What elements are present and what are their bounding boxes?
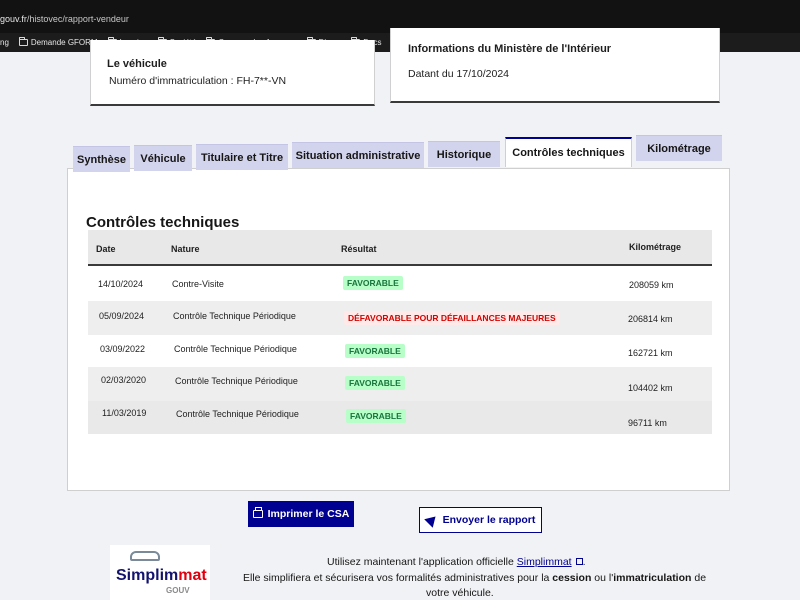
table-row: 11/03/2019 Contrôle Technique Périodique… xyxy=(88,401,712,434)
promo-text: ou l' xyxy=(591,572,614,584)
row-nature: Contrôle Technique Périodique xyxy=(173,311,296,321)
row-date: 02/03/2020 xyxy=(101,375,147,385)
bookmark-item[interactable]: Demande GFORM xyxy=(18,37,98,47)
status-badge: DÉFAVORABLE POUR DÉFAILLANCES MAJEURES xyxy=(344,311,560,325)
row-date: 03/09/2022 xyxy=(100,344,146,354)
tab-label: Synthèse xyxy=(77,153,126,166)
promo-dot: . xyxy=(582,556,586,568)
vehicle-card: Le véhicule Numéro d'immatriculation : F… xyxy=(90,40,375,106)
logo-text: Simplimmat xyxy=(116,567,207,584)
promo-line-1: Utilisez maintenant l'application offici… xyxy=(327,556,586,568)
tab-label: Titulaire et Titre xyxy=(200,151,284,164)
print-button-label: Imprimer le CSA xyxy=(267,508,350,520)
car-icon xyxy=(130,551,160,561)
row-date: 11/03/2019 xyxy=(102,408,147,418)
promo-line-3: votre véhicule. xyxy=(426,587,494,599)
status-badge: FAVORABLE xyxy=(343,276,403,290)
print-csa-button[interactable]: Imprimer le CSA xyxy=(248,501,354,527)
ministry-card: Informations du Ministère de l'Intérieur… xyxy=(390,28,720,103)
vehicle-plate: Numéro d'immatriculation : FH-7**-VN xyxy=(109,75,287,87)
tab-situation-administrative[interactable]: Situation administrative xyxy=(292,142,424,168)
logo-sub: GOUV xyxy=(166,586,190,595)
promo-line-2: Elle simplifiera et sécurisera vos forma… xyxy=(243,572,706,584)
tab-titulaire-et-titre[interactable]: Titulaire et Titre xyxy=(196,144,288,170)
promo-text: de xyxy=(691,572,707,584)
table-row: 14/10/2024 Contre-Visite FAVORABLE 20805… xyxy=(88,268,712,301)
row-km: 104402 km xyxy=(628,383,673,393)
tab-label: Véhicule xyxy=(140,152,186,165)
simplimmat-logo[interactable]: Simplimmat GOUV xyxy=(110,545,210,600)
tab-vehicule[interactable]: Véhicule xyxy=(134,145,192,171)
url-host: gouv.fr xyxy=(0,14,27,24)
column-header-date: Date xyxy=(96,244,116,254)
row-km: 206814 km xyxy=(628,314,673,324)
promo-text: Elle simplifiera et sécurisera vos forma… xyxy=(243,572,553,584)
promo-bold-cession: cession xyxy=(552,572,592,584)
tab-label: Situation administrative xyxy=(295,149,421,162)
tab-historique[interactable]: Historique xyxy=(428,141,500,167)
folder-icon xyxy=(18,37,28,46)
send-report-button[interactable]: Envoyer le rapport xyxy=(419,507,542,533)
row-nature: Contrôle Technique Périodique xyxy=(175,376,298,386)
table-row: 02/03/2020 Contrôle Technique Périodique… xyxy=(88,367,712,401)
table-row: 05/09/2024 Contrôle Technique Périodique… xyxy=(88,301,712,335)
row-km: 96711 km xyxy=(628,418,667,428)
address-url[interactable]: gouv.fr/histovec/rapport-vendeur xyxy=(0,14,129,24)
send-button-label: Envoyer le rapport xyxy=(442,514,536,526)
vehicle-card-title: Le véhicule xyxy=(107,58,167,70)
external-link-icon xyxy=(575,558,583,565)
controls-table: Date Nature Résultat Kilométrage 14/10/2… xyxy=(88,230,712,442)
tab-synthese[interactable]: Synthèse xyxy=(73,146,130,172)
promo-text: Utilisez maintenant l'application offici… xyxy=(327,556,517,568)
row-nature: Contrôle Technique Périodique xyxy=(174,344,297,354)
bookmark-label: ng xyxy=(0,38,9,47)
simplimmat-link[interactable]: Simplimmat xyxy=(517,556,572,568)
status-badge: FAVORABLE xyxy=(345,344,405,358)
column-header-km: Kilométrage xyxy=(629,242,682,252)
tab-kilometrage[interactable]: Kilométrage xyxy=(636,135,722,161)
promo-bold-immatriculation: immatriculation xyxy=(613,572,692,584)
printer-icon xyxy=(252,507,263,518)
row-km: 162721 km xyxy=(628,348,673,358)
column-header-result: Résultat xyxy=(341,244,377,254)
table-row: 03/09/2022 Contrôle Technique Périodique… xyxy=(88,335,712,367)
row-nature: Contrôle Technique Périodique xyxy=(176,409,299,419)
bookmark-item[interactable]: ng xyxy=(0,38,9,47)
tab-label: Historique xyxy=(436,148,492,161)
ministry-card-date: Datant du 17/10/2024 xyxy=(408,68,510,80)
send-icon xyxy=(423,512,440,528)
row-km: 208059 km xyxy=(629,280,674,290)
bookmark-label: Demande GFORM xyxy=(30,38,98,47)
section-title: Contrôles techniques xyxy=(86,214,240,231)
row-nature: Contre-Visite xyxy=(172,279,224,289)
tab-label: Kilométrage xyxy=(647,142,711,155)
tab-controles-techniques[interactable]: Contrôles techniques xyxy=(505,137,632,167)
status-badge: FAVORABLE xyxy=(346,409,406,423)
url-path: /histovec/rapport-vendeur xyxy=(26,14,129,24)
row-date: 14/10/2024 xyxy=(98,279,144,289)
table-header: Date Nature Résultat Kilométrage xyxy=(88,230,712,266)
column-header-nature: Nature xyxy=(171,244,200,254)
tab-label: Contrôles techniques xyxy=(512,147,625,159)
row-date: 05/09/2024 xyxy=(99,311,145,321)
ministry-card-title: Informations du Ministère de l'Intérieur xyxy=(408,43,612,55)
status-badge: FAVORABLE xyxy=(345,376,405,390)
